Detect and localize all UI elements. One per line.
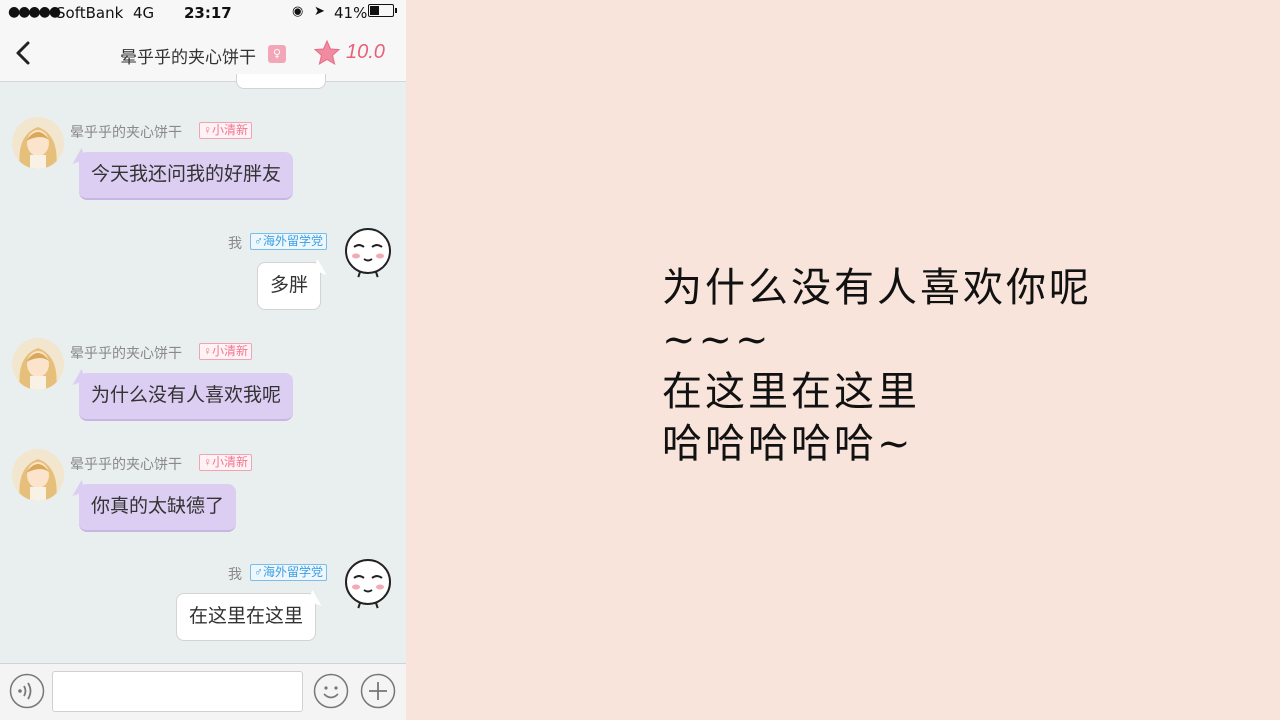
avatar[interactable] [342, 227, 394, 279]
network-type: 4G [133, 4, 155, 22]
user-tag: ♀小清新 [199, 343, 253, 360]
battery-percent: 41% [334, 4, 368, 22]
chat-screen: ●●●●● SoftBank 4G 23:17 ◉ ➤ 41% 晕乎乎的夹心饼干… [0, 0, 406, 720]
caption-text: 为什么没有人喜欢你呢 ~~~ 在这里在这里 哈哈哈哈哈~ [662, 262, 1222, 470]
back-icon[interactable] [12, 40, 36, 66]
caption-line: 哈哈哈哈哈~ [662, 421, 914, 467]
location-icon: ➤ [314, 4, 325, 19]
avatar[interactable] [342, 558, 394, 610]
previous-message-bubble [236, 74, 326, 89]
carrier-name: SoftBank [56, 4, 124, 22]
avatar[interactable] [12, 338, 64, 390]
rotation-lock-icon: ◉ [292, 4, 304, 19]
sender-name: 我 [228, 235, 242, 251]
sender-name: 晕乎乎的夹心饼干 [70, 345, 182, 361]
avatar[interactable] [12, 449, 64, 501]
signal-strength: ●●●●● [8, 4, 61, 20]
avatar[interactable] [12, 117, 64, 169]
user-tag: ♀小清新 [199, 122, 253, 139]
plus-button[interactable] [360, 673, 396, 709]
star-icon[interactable] [314, 40, 340, 66]
message-bubble[interactable]: 为什么没有人喜欢我呢 [79, 373, 294, 421]
input-bar [0, 663, 406, 720]
user-tag: ♂海外留学党 [250, 564, 328, 581]
voice-button[interactable] [9, 673, 45, 709]
caption-line: ~~~ [662, 317, 772, 363]
sender-name: 晕乎乎的夹心饼干 [70, 124, 182, 140]
message-bubble[interactable]: 在这里在这里 [176, 593, 317, 641]
caption-line: 在这里在这里 [662, 369, 920, 415]
user-tag: ♀小清新 [199, 454, 253, 471]
status-bar: ●●●●● SoftBank 4G 23:17 ◉ ➤ 41% [0, 0, 406, 26]
user-tag: ♂海外留学党 [250, 233, 328, 250]
message-bubble[interactable]: 多胖 [257, 262, 322, 310]
message-input[interactable] [52, 671, 303, 712]
battery-icon [368, 4, 397, 17]
message-bubble[interactable]: 今天我还问我的好胖友 [79, 152, 294, 200]
sender-name: 晕乎乎的夹心饼干 [70, 456, 182, 472]
clock: 23:17 [184, 4, 232, 22]
caption-line: 为什么没有人喜欢你呢 [662, 265, 1092, 311]
female-badge-icon: ♀ [268, 45, 286, 63]
emoji-button[interactable] [313, 673, 349, 709]
chat-title: 晕乎乎的夹心饼干 [120, 48, 256, 67]
chat-header: 晕乎乎的夹心饼干 ♀ 10.0 [0, 26, 406, 82]
sender-name: 我 [228, 566, 242, 582]
message-bubble[interactable]: 你真的太缺德了 [79, 484, 237, 532]
score-value: 10.0 [346, 41, 385, 63]
